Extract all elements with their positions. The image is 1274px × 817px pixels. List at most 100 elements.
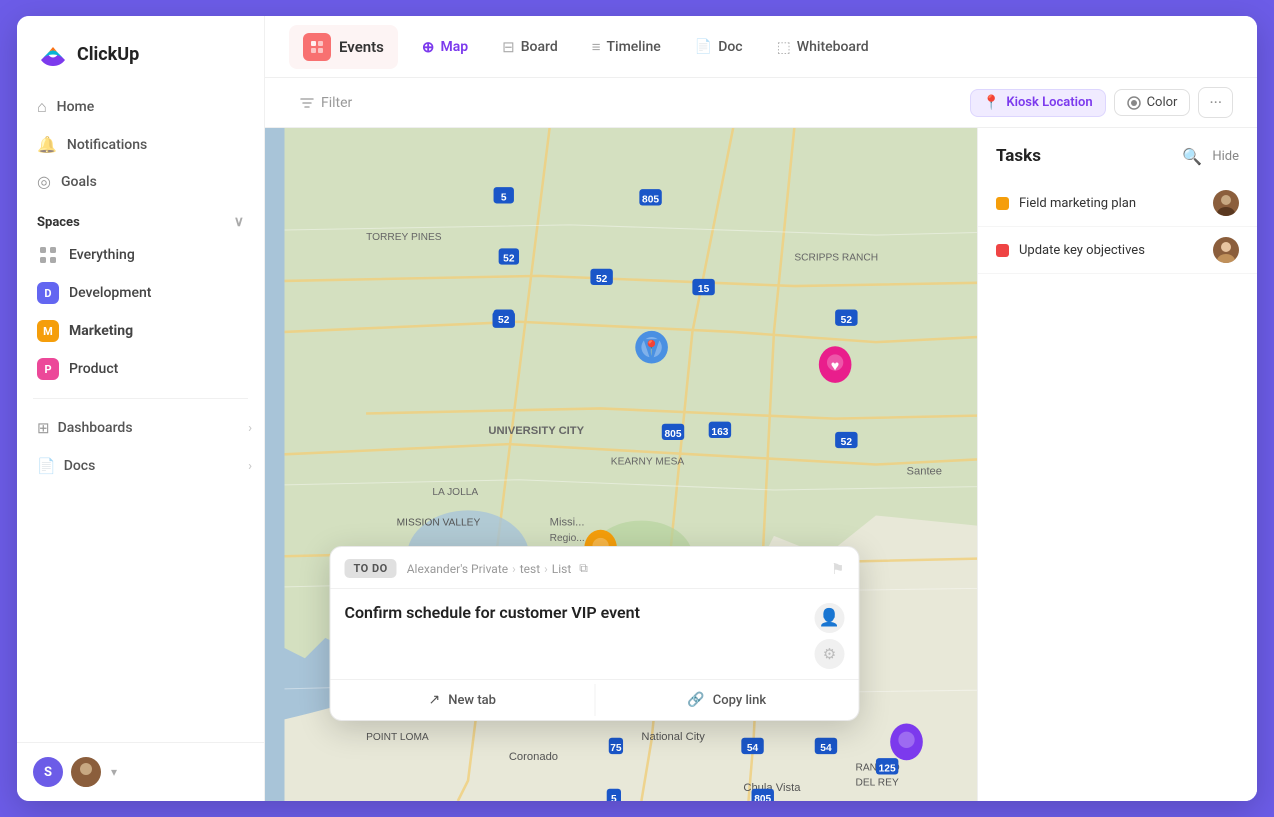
docs-icon: 📄 bbox=[37, 457, 56, 475]
tab-whiteboard[interactable]: ⬚ Whiteboard bbox=[761, 30, 885, 64]
color-icon bbox=[1127, 96, 1141, 110]
toolbar-right: 📍 Kiosk Location Color ··· bbox=[970, 87, 1233, 118]
svg-text:52: 52 bbox=[841, 315, 853, 326]
kiosk-label: Kiosk Location bbox=[1006, 95, 1092, 110]
tab-timeline-label: Timeline bbox=[607, 39, 661, 55]
filter-button[interactable]: Filter bbox=[289, 90, 362, 116]
timeline-icon: ≡ bbox=[592, 38, 601, 56]
new-tab-label: New tab bbox=[448, 693, 496, 708]
svg-text:5: 5 bbox=[611, 794, 617, 801]
svg-text:National City: National City bbox=[641, 731, 705, 743]
copy-link-icon: 🔗 bbox=[687, 692, 704, 708]
sidebar-item-goals-label: Goals bbox=[61, 174, 97, 190]
breadcrumb-part-1: Alexander's Private bbox=[407, 562, 508, 576]
app-name: ClickUp bbox=[77, 44, 139, 65]
sidebar-footer: S ▾ bbox=[17, 742, 264, 801]
everything-icon bbox=[37, 244, 59, 266]
svg-text:DEL REY: DEL REY bbox=[856, 778, 899, 789]
tab-board[interactable]: ⊟ Board bbox=[486, 30, 574, 64]
sidebar-item-home[interactable]: ⌂ Home bbox=[25, 88, 256, 126]
tab-timeline[interactable]: ≡ Timeline bbox=[576, 30, 677, 64]
goals-icon: ◎ bbox=[37, 172, 51, 191]
dashboards-expand-icon: › bbox=[248, 421, 252, 436]
task-2-label: Update key objectives bbox=[1019, 243, 1203, 258]
hide-button[interactable]: Hide bbox=[1212, 149, 1239, 164]
task-popup: TO DO Alexander's Private › test › List … bbox=[330, 546, 860, 721]
sidebar-item-product[interactable]: P Product bbox=[25, 350, 256, 388]
tasks-header-actions: 🔍 Hide bbox=[1182, 147, 1239, 166]
tab-board-label: Board bbox=[521, 39, 558, 55]
assign-icon[interactable]: 👤 bbox=[815, 603, 845, 633]
popup-header: TO DO Alexander's Private › test › List … bbox=[331, 547, 859, 589]
doc-icon: 📄 bbox=[695, 39, 712, 55]
copy-link-button[interactable]: 🔗 Copy link bbox=[595, 680, 859, 720]
search-icon[interactable]: 🔍 bbox=[1182, 147, 1202, 166]
spaces-collapse-icon[interactable]: ∨ bbox=[234, 214, 244, 230]
everything-label: Everything bbox=[69, 247, 135, 263]
tasks-header: Tasks 🔍 Hide bbox=[978, 146, 1257, 180]
filter-label: Filter bbox=[321, 95, 352, 111]
svg-text:TORREY PINES: TORREY PINES bbox=[366, 232, 442, 243]
svg-text:163: 163 bbox=[711, 427, 728, 438]
svg-text:Coronado: Coronado bbox=[509, 751, 558, 763]
task-item-1[interactable]: Field marketing plan bbox=[978, 180, 1257, 227]
more-options-button[interactable]: ··· bbox=[1198, 87, 1233, 118]
svg-text:LA JOLLA: LA JOLLA bbox=[432, 487, 478, 498]
popup-footer: ↗ New tab 🔗 Copy link bbox=[331, 679, 859, 720]
kiosk-icon: 📍 bbox=[983, 95, 1000, 111]
svg-text:Missi...: Missi... bbox=[550, 517, 585, 529]
sidebar-item-everything[interactable]: Everything bbox=[25, 236, 256, 274]
spaces-label: Spaces bbox=[37, 215, 80, 230]
color-button[interactable]: Color bbox=[1114, 89, 1191, 116]
tab-map[interactable]: ⊕ Map bbox=[406, 30, 484, 64]
flag-icon[interactable]: ⚑ bbox=[831, 560, 844, 578]
home-icon: ⌂ bbox=[37, 97, 47, 117]
svg-text:52: 52 bbox=[503, 254, 515, 265]
sidebar-item-home-label: Home bbox=[57, 99, 95, 115]
popup-task-title: Confirm schedule for customer VIP event bbox=[345, 603, 805, 622]
sidebar-item-dashboards[interactable]: ⊞ Dashboards › bbox=[17, 409, 264, 447]
svg-text:52: 52 bbox=[596, 274, 608, 285]
svg-text:805: 805 bbox=[642, 194, 659, 205]
sidebar-item-goals[interactable]: ◎ Goals bbox=[25, 163, 256, 200]
tasks-panel: Tasks 🔍 Hide Field marketing plan Updat bbox=[977, 128, 1257, 801]
tab-whiteboard-label: Whiteboard bbox=[797, 39, 869, 55]
development-dot: D bbox=[37, 282, 59, 304]
sidebar-item-docs[interactable]: 📄 Docs › bbox=[17, 447, 264, 485]
kiosk-location-button[interactable]: 📍 Kiosk Location bbox=[970, 89, 1106, 117]
product-label: Product bbox=[69, 361, 118, 377]
copy-link-icon-small[interactable]: ⧉ bbox=[579, 561, 588, 576]
dashboards-icon: ⊞ bbox=[37, 419, 50, 437]
user-avatar-photo[interactable] bbox=[71, 757, 101, 787]
settings-icon-small[interactable]: ⚙ bbox=[815, 639, 845, 669]
task-item-2[interactable]: Update key objectives bbox=[978, 227, 1257, 274]
tab-events[interactable]: Events bbox=[289, 25, 398, 69]
svg-text:54: 54 bbox=[747, 743, 759, 754]
tab-map-label: Map bbox=[440, 39, 468, 55]
spaces-list: Everything D Development M Marketing P P… bbox=[17, 236, 264, 388]
svg-text:Santee: Santee bbox=[907, 466, 943, 478]
sidebar-item-notifications[interactable]: 🔔 Notifications bbox=[25, 126, 256, 163]
breadcrumb-part-2: test bbox=[520, 562, 540, 576]
tab-doc[interactable]: 📄 Doc bbox=[679, 31, 759, 63]
new-tab-icon: ↗ bbox=[429, 692, 441, 708]
sidebar-item-development[interactable]: D Development bbox=[25, 274, 256, 312]
svg-text:75: 75 bbox=[610, 743, 622, 754]
user-avatar-s[interactable]: S bbox=[33, 757, 63, 787]
new-tab-button[interactable]: ↗ New tab bbox=[331, 680, 595, 720]
svg-text:KEARNY MESA: KEARNY MESA bbox=[611, 457, 685, 468]
map-view[interactable]: UNIVERSITY CITY LA JOLLA KEARNY MESA Mis… bbox=[265, 128, 977, 801]
docs-expand-icon: › bbox=[248, 459, 252, 474]
svg-text:Regio...: Regio... bbox=[550, 533, 585, 544]
svg-text:📍: 📍 bbox=[643, 339, 661, 356]
user-caret-icon[interactable]: ▾ bbox=[111, 765, 117, 779]
tab-events-label: Events bbox=[339, 38, 384, 56]
tasks-title: Tasks bbox=[996, 146, 1041, 166]
popup-breadcrumb: Alexander's Private › test › List ⧉ bbox=[407, 561, 588, 576]
task-1-label: Field marketing plan bbox=[1019, 196, 1203, 211]
sidebar: ClickUp ⌂ Home 🔔 Notifications ◎ Goals S… bbox=[17, 16, 265, 801]
sidebar-item-marketing[interactable]: M Marketing bbox=[25, 312, 256, 350]
svg-text:UNIVERSITY CITY: UNIVERSITY CITY bbox=[488, 425, 584, 437]
development-label: Development bbox=[69, 285, 151, 301]
svg-text:MISSION VALLEY: MISSION VALLEY bbox=[397, 518, 481, 529]
